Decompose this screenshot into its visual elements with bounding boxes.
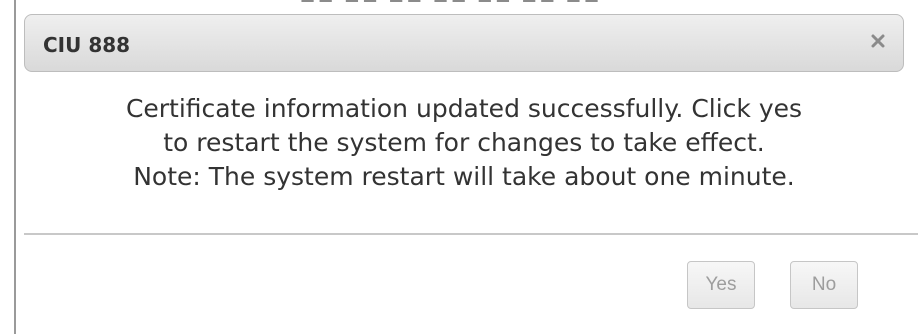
close-icon bbox=[869, 32, 887, 54]
screen: ▬▬ ▬▬ ▬▬ ▬▬ ▬▬ ▬▬ ▬▬ CIU 888 Certificate… bbox=[0, 0, 920, 334]
dialog-title: CIU 888 bbox=[43, 33, 131, 57]
background-cut-text: ▬▬ ▬▬ ▬▬ ▬▬ ▬▬ ▬▬ ▬▬ bbox=[300, 0, 820, 2]
dialog-divider bbox=[24, 233, 918, 235]
background-left-border bbox=[14, 0, 16, 334]
confirmation-dialog: CIU 888 Certificate information updated … bbox=[24, 8, 918, 326]
close-button[interactable] bbox=[867, 32, 889, 54]
dialog-message: Certificate information updated successf… bbox=[44, 92, 884, 194]
no-button[interactable]: No bbox=[790, 261, 858, 309]
message-line: Note: The system restart will take about… bbox=[133, 162, 795, 191]
dialog-titlebar[interactable]: CIU 888 bbox=[24, 14, 904, 72]
message-line: to restart the system for changes to tak… bbox=[163, 128, 765, 157]
yes-button[interactable]: Yes bbox=[687, 261, 755, 309]
message-line: Certificate information updated successf… bbox=[125, 94, 803, 123]
background-top-edge: ▬▬ ▬▬ ▬▬ ▬▬ ▬▬ ▬▬ ▬▬ bbox=[0, 0, 920, 8]
